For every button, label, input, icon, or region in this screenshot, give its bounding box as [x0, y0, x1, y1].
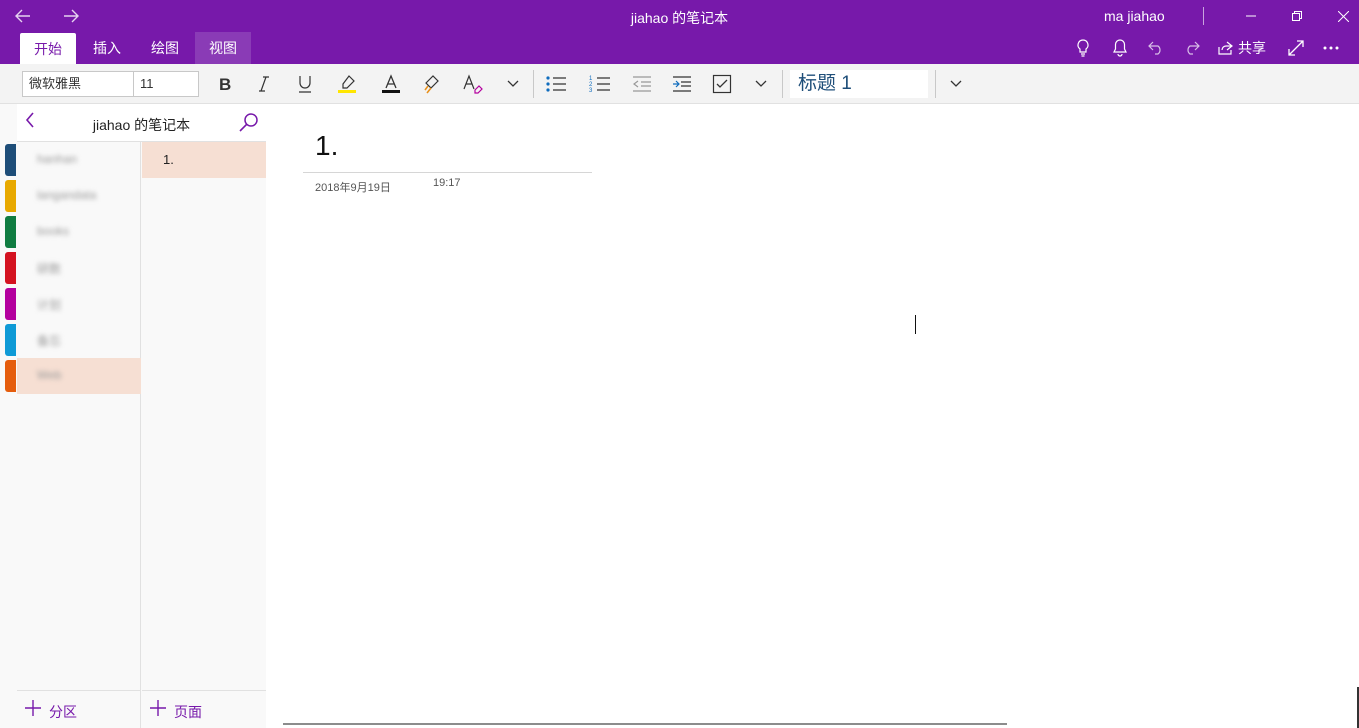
section-color-tab[interactable]: [5, 288, 16, 320]
svg-text:B: B: [219, 76, 231, 92]
add-page-button[interactable]: 页面: [142, 690, 266, 728]
font-size-select[interactable]: 11: [133, 71, 199, 97]
page-item-selected[interactable]: 1.: [142, 142, 266, 178]
horizontal-scrollbar[interactable]: [283, 723, 1007, 725]
share-button[interactable]: 共享: [1218, 32, 1266, 64]
page-label: 1.: [163, 152, 174, 167]
format-painter-icon[interactable]: [417, 70, 449, 98]
titlebar-divider: [1203, 7, 1204, 25]
section-label: 备忘: [37, 334, 62, 348]
checkbox-tag-icon[interactable]: [706, 70, 738, 98]
section-item[interactable]: books: [17, 214, 141, 250]
restore-button[interactable]: [1274, 0, 1320, 32]
font-name-select[interactable]: 微软雅黑: [22, 71, 134, 97]
add-section-label: 分区: [49, 704, 77, 720]
section-color-tab[interactable]: [5, 144, 16, 176]
section-label: 研数: [37, 262, 62, 276]
search-icon[interactable]: [238, 111, 260, 133]
section-item[interactable]: 计划: [17, 286, 141, 322]
section-color-tab[interactable]: [5, 216, 16, 248]
decrease-indent-icon[interactable]: [626, 70, 658, 98]
title-underline: [303, 172, 592, 173]
minimize-button[interactable]: [1228, 0, 1274, 32]
plus-icon: [150, 699, 166, 719]
section-label: books: [37, 224, 70, 238]
paragraph-style-select[interactable]: 标题 1: [790, 70, 928, 98]
section-label: Web: [37, 368, 62, 382]
add-section-button[interactable]: 分区: [17, 690, 141, 728]
page-list: 1.: [142, 142, 266, 690]
share-icon: [1218, 41, 1233, 55]
tab-home[interactable]: 开始: [20, 33, 76, 64]
tab-insert[interactable]: 插入: [79, 32, 135, 64]
onenote-window: jiahao 的笔记本 ma jiahao 开始 插入 绘图 视图 共享 微软雅…: [0, 0, 1359, 728]
toolbar-divider: [935, 70, 936, 98]
notebook-name[interactable]: jiahao 的笔记本: [17, 115, 266, 135]
section-item[interactable]: langandata: [17, 178, 141, 214]
underline-icon[interactable]: [289, 70, 321, 98]
tab-view[interactable]: 视图: [195, 32, 251, 64]
section-item[interactable]: 研数: [17, 250, 141, 286]
section-color-tab[interactable]: [5, 180, 16, 212]
highlight-icon[interactable]: [331, 70, 363, 98]
section-color-tab[interactable]: [5, 360, 16, 392]
user-name[interactable]: ma jiahao: [1104, 8, 1165, 24]
section-item-selected[interactable]: Web: [17, 358, 141, 394]
italic-icon[interactable]: [248, 70, 280, 98]
title-bar: jiahao 的笔记本 ma jiahao: [0, 0, 1359, 32]
toolbar-divider: [533, 70, 534, 98]
fullscreen-icon[interactable]: [1284, 32, 1308, 64]
numbered-list-icon[interactable]: 123: [584, 70, 616, 98]
section-item[interactable]: hanhan: [17, 142, 141, 178]
section-label: 计划: [37, 298, 62, 312]
section-color-tab[interactable]: [5, 252, 16, 284]
add-page-label: 页面: [174, 704, 202, 720]
increase-indent-icon[interactable]: [666, 70, 698, 98]
svg-text:3: 3: [589, 88, 593, 93]
section-label: hanhan: [37, 152, 78, 166]
text-cursor: [915, 315, 916, 334]
page-date: 2018年9月19日: [315, 182, 391, 194]
bullet-list-icon[interactable]: [540, 70, 572, 98]
page-canvas[interactable]: [267, 104, 1359, 728]
redo-icon[interactable]: [1180, 32, 1204, 64]
more-options-icon[interactable]: [1319, 32, 1343, 64]
font-color-icon[interactable]: [375, 70, 407, 98]
plus-icon: [25, 699, 41, 719]
undo-icon[interactable]: [1144, 32, 1168, 64]
tab-draw[interactable]: 绘图: [137, 32, 193, 64]
lightbulb-icon[interactable]: [1071, 32, 1095, 64]
formatting-toolbar: 微软雅黑 11 B 123 标题 1: [0, 64, 1359, 104]
section-list: hanhan langandata books 研数 计划 备忘 Web: [17, 142, 141, 690]
section-item[interactable]: 备忘: [17, 322, 141, 358]
toolbar-divider: [782, 70, 783, 98]
tags-chevron-down-icon[interactable]: [745, 70, 777, 98]
styles-chevron-down-icon[interactable]: [940, 70, 972, 98]
clear-formatting-icon[interactable]: [457, 70, 489, 98]
section-label: langandata: [37, 188, 97, 202]
section-color-tab[interactable]: [5, 324, 16, 356]
close-button[interactable]: [1320, 0, 1359, 32]
share-label: 共享: [1238, 40, 1266, 56]
page-title[interactable]: 1.: [315, 130, 338, 162]
page-time: 19:17: [433, 177, 461, 189]
notebook-header: jiahao 的笔记本: [17, 104, 266, 142]
chevron-down-icon[interactable]: [497, 70, 529, 98]
bold-icon[interactable]: B: [209, 70, 241, 98]
bell-icon[interactable]: [1108, 32, 1132, 64]
